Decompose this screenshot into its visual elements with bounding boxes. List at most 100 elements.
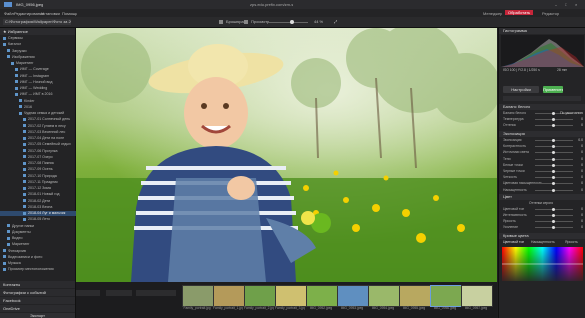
color-header[interactable]: Цвет (499, 194, 585, 200)
slider-row[interactable]: Баланс белого По умолчанию (503, 111, 583, 116)
curves-tab-saturation[interactable]: Насыщенность (531, 240, 555, 245)
thumbnail[interactable] (368, 285, 400, 307)
histogram-header[interactable]: Гистограмма (499, 28, 585, 34)
slider-knob[interactable] (552, 170, 555, 173)
slider-row[interactable]: Белые точки 0 (503, 163, 583, 168)
section-facebook[interactable]: Facebook (0, 297, 75, 304)
slider-row[interactable]: Цветовой тон 0 (503, 207, 583, 212)
tree-item[interactable]: Каталог (0, 42, 78, 47)
slider-knob[interactable] (552, 139, 555, 142)
slider-knob[interactable] (552, 112, 555, 115)
slider-knob[interactable] (552, 118, 555, 121)
tree-item[interactable]: Видеозаписи и фото (0, 255, 78, 260)
tree-item[interactable]: Видео (0, 236, 82, 241)
curves-tab-hue[interactable]: Цветовой тон (503, 240, 524, 245)
favorites-header[interactable]: ★ Избранное (0, 28, 75, 35)
slider-row[interactable]: Температура 0 (503, 117, 583, 122)
thumbnail[interactable] (244, 285, 276, 307)
path-field[interactable]: C:\Фотография\Wallpaper\Фото за 2016 год… (3, 19, 71, 25)
thumbnail[interactable] (275, 285, 307, 307)
minimize-icon[interactable]: – (555, 2, 557, 7)
menu-file[interactable]: Файл (4, 11, 14, 16)
fit-icon[interactable]: ⤢ (334, 19, 337, 24)
mode-develop[interactable]: Обработать (505, 10, 534, 15)
curves-header[interactable]: Кривые цвета (499, 233, 585, 239)
thumbnail[interactable] (213, 285, 245, 307)
filmstrip-filter-button[interactable] (76, 290, 100, 296)
sort-select[interactable]: Просмотр (251, 19, 269, 24)
exposure-header[interactable]: Экспозиция (499, 131, 585, 137)
slider-knob[interactable] (552, 182, 555, 186)
slider-knob[interactable] (552, 176, 555, 180)
tree-item[interactable]: Маркетинг (0, 61, 86, 66)
thumbnail[interactable] (430, 285, 462, 307)
tools-row[interactable] (503, 96, 581, 101)
wb-header[interactable]: Баланс белого (499, 104, 585, 110)
photo-preview[interactable] (76, 28, 497, 282)
slider-label: Четкость (503, 175, 518, 180)
section-events[interactable]: Фотографии с событий (0, 289, 75, 296)
slider-knob[interactable] (552, 163, 555, 167)
filmstrip-sort-button[interactable] (106, 290, 132, 296)
slider-knob[interactable] (552, 208, 555, 211)
thumbnail[interactable] (182, 285, 214, 307)
slider-row[interactable]: Оттенок 0 (503, 123, 583, 128)
view-select[interactable]: Брошюра (226, 19, 244, 24)
menu-settings[interactable]: Установки (41, 11, 60, 16)
slider-knob[interactable] (552, 220, 555, 223)
slider-knob[interactable] (552, 145, 555, 149)
filmstrip-search[interactable] (136, 290, 176, 296)
sort-icon[interactable] (244, 20, 248, 24)
tree-item[interactable]: Фотоархив (0, 249, 78, 254)
slider-row[interactable]: Источники света 0 (503, 150, 583, 155)
close-icon[interactable]: × (575, 2, 577, 7)
slider-row[interactable]: Контрастность 0 (503, 144, 583, 149)
slider-row[interactable]: Экспозиция 0.0 (503, 138, 583, 143)
slider-row[interactable]: Усиление 0 (503, 225, 583, 230)
slider-row[interactable]: Насыщенность 0 (503, 188, 583, 193)
tree-item[interactable]: Документы (0, 230, 82, 235)
maximize-icon[interactable]: □ (565, 2, 567, 7)
menu-help[interactable]: Помощь (62, 11, 77, 16)
view-icon[interactable] (219, 20, 223, 24)
slider-knob[interactable] (552, 214, 555, 217)
thumbnail[interactable] (461, 285, 493, 307)
slider-row[interactable]: Тени 0 (503, 157, 583, 162)
slider-row[interactable]: Четкость 0 (503, 175, 583, 180)
thumbnail[interactable] (337, 285, 369, 307)
menu-edit[interactable]: Редактирование (14, 11, 44, 16)
slider-knob[interactable] (552, 157, 555, 161)
grayscale-checkbox[interactable]: Оттенки серого (529, 201, 553, 206)
thumbnail[interactable] (306, 285, 338, 307)
slider-row[interactable]: Цветовая насыщенность 0 (503, 181, 583, 186)
mode-editor[interactable]: Редактор (542, 11, 559, 16)
slider-row[interactable]: Яркость 0 (503, 219, 583, 224)
tree-item[interactable]: Музыка (0, 261, 78, 266)
slider-row[interactable]: Интенсивность 0 (503, 213, 583, 218)
slider-knob[interactable] (552, 151, 555, 155)
hue-curve-graph[interactable] (502, 247, 583, 281)
tree-item[interactable]: Просмотр местоположения (0, 267, 78, 272)
folder-icon (23, 180, 26, 184)
tree-item[interactable]: Другие папки (0, 224, 82, 229)
export-button[interactable]: Экспорт (0, 313, 75, 318)
thumbnail[interactable] (399, 285, 431, 307)
slider-knob[interactable] (552, 226, 555, 229)
tree-item[interactable]: Сервисы (0, 36, 78, 41)
slider-knob[interactable] (552, 188, 555, 192)
section-contacts[interactable]: Контакты (0, 281, 75, 288)
zoom-slider[interactable] (268, 22, 308, 23)
tree-item-label: Изображения (12, 54, 35, 59)
section-onedrive[interactable]: OneDrive (0, 305, 75, 312)
tree-item[interactable]: Изображения (0, 55, 82, 60)
apply-button[interactable]: Применить (543, 86, 563, 93)
slider-knob[interactable] (552, 124, 555, 127)
mode-manage[interactable]: Менеджер (483, 11, 502, 16)
curves-tab-brightness[interactable]: Яркость (565, 240, 578, 245)
slider-row[interactable]: Черные точки 0 (503, 169, 583, 174)
tree-item[interactable]: Маркетинг (0, 242, 82, 247)
tree-item-label: 2018-01 Новый год (28, 192, 60, 197)
presets-button[interactable]: Настройки (503, 86, 539, 93)
zoom-slider-knob[interactable] (290, 20, 294, 24)
tree-item[interactable]: Загрузки (0, 49, 82, 54)
